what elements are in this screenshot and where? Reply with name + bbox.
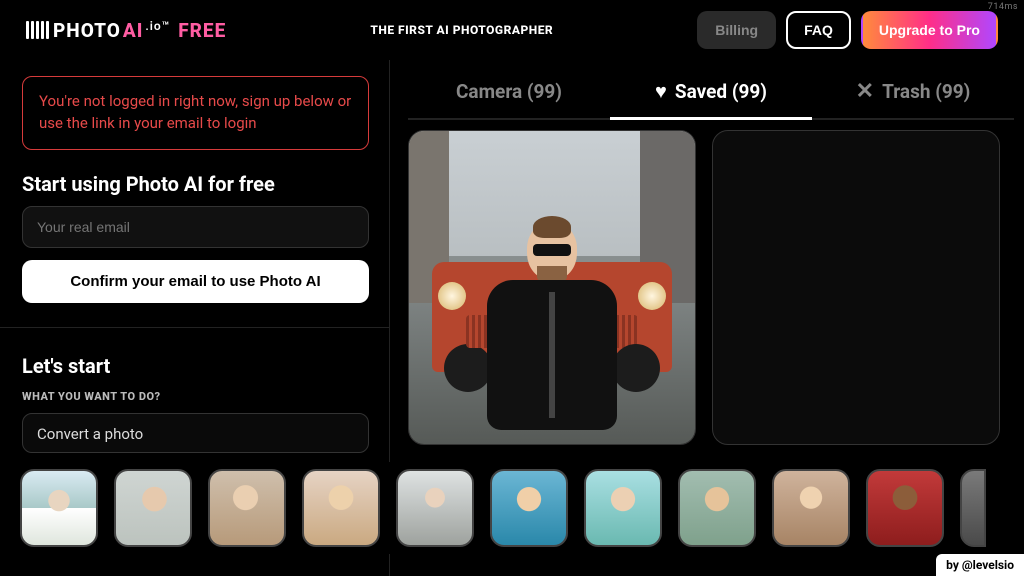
- tab-trash-label: Trash (99): [882, 80, 970, 103]
- saved-photo-1[interactable]: [408, 130, 696, 445]
- tagline: THE FIRST AI PHOTOGRAPHER: [370, 23, 553, 37]
- credit-badge[interactable]: by @levelsio: [936, 554, 1024, 576]
- logo-io: .io™: [145, 19, 170, 33]
- heart-icon: ♥: [655, 79, 667, 104]
- header: PHOTO AI .io™ FREE THE FIRST AI PHOTOGRA…: [0, 0, 1024, 60]
- thumbnail-3[interactable]: [208, 469, 286, 547]
- tab-camera[interactable]: Camera (99): [408, 66, 610, 120]
- action-select[interactable]: Convert a photo: [22, 413, 369, 453]
- thumbnail-11[interactable]: [960, 469, 986, 547]
- thumbnail-4[interactable]: [302, 469, 380, 547]
- email-field[interactable]: [22, 206, 369, 248]
- faq-button[interactable]: FAQ: [786, 11, 851, 49]
- tab-camera-label: Camera (99): [456, 80, 562, 103]
- perf-badge: 714ms: [988, 2, 1018, 12]
- thumbnail-1[interactable]: [20, 469, 98, 547]
- login-alert: You're not logged in right now, sign up …: [22, 76, 369, 150]
- logo[interactable]: PHOTO AI .io™ FREE: [26, 19, 226, 42]
- thumbnail-5[interactable]: [396, 469, 474, 547]
- logo-free: FREE: [178, 19, 226, 42]
- tab-saved-label: Saved (99): [675, 80, 767, 103]
- photo-scene: [409, 131, 695, 444]
- header-buttons: Billing FAQ Upgrade to Pro: [697, 11, 998, 49]
- thumbnail-9[interactable]: [772, 469, 850, 547]
- want-label: WHAT YOU WANT TO DO?: [22, 390, 369, 403]
- thumbnail-7[interactable]: [584, 469, 662, 547]
- billing-button[interactable]: Billing: [697, 11, 776, 49]
- upgrade-button[interactable]: Upgrade to Pro: [861, 11, 998, 49]
- thumbnail-8[interactable]: [678, 469, 756, 547]
- thumbnail-6[interactable]: [490, 469, 568, 547]
- confirm-email-button[interactable]: Confirm your email to use Photo AI: [22, 260, 369, 303]
- logo-photo: PHOTO: [53, 19, 121, 42]
- close-icon: ✕: [856, 79, 874, 104]
- logo-ai: AI: [123, 19, 144, 42]
- saved-photo-2[interactable]: [712, 130, 1000, 445]
- divider: [0, 327, 390, 328]
- thumbnail-10[interactable]: [866, 469, 944, 547]
- tab-trash[interactable]: ✕ Trash (99): [812, 66, 1014, 120]
- logo-bars-icon: [26, 21, 49, 39]
- tabs: Camera (99) ♥ Saved (99) ✕ Trash (99): [408, 66, 1014, 120]
- lets-start-title: Let's start: [22, 354, 369, 378]
- thumbnail-2[interactable]: [114, 469, 192, 547]
- start-title: Start using Photo AI for free: [22, 172, 369, 196]
- tab-saved[interactable]: ♥ Saved (99): [610, 66, 812, 120]
- thumbnail-strip[interactable]: [0, 462, 1024, 554]
